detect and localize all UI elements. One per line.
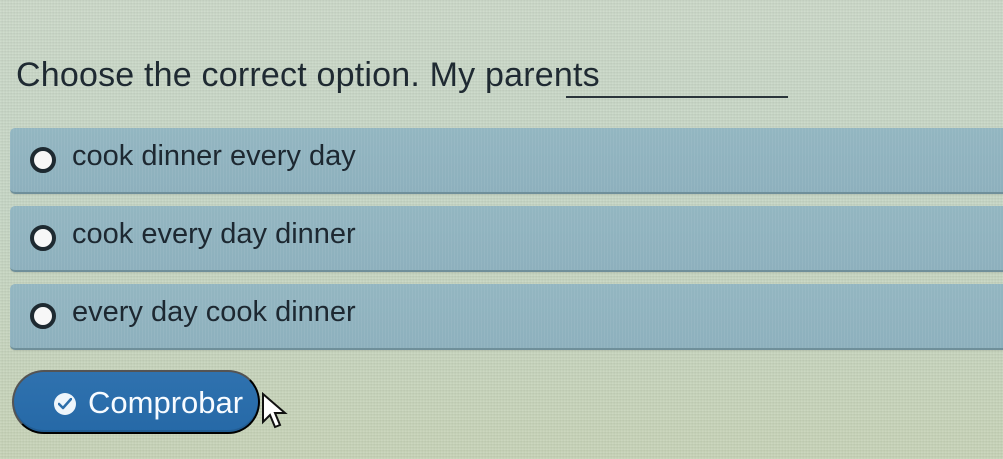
check-answer-button-label: Comprobar: [88, 385, 244, 420]
radio-button-icon[interactable]: [30, 225, 56, 251]
answer-option-1[interactable]: cook dinner every day: [10, 128, 1003, 194]
answer-options: cook dinner every day cook every day din…: [10, 128, 1003, 362]
radio-button-icon[interactable]: [30, 147, 56, 173]
answer-option-label: cook dinner every day: [72, 140, 356, 172]
question-text: Choose the correct option. My parents: [16, 56, 600, 94]
radio-button-icon[interactable]: [30, 303, 56, 329]
answer-option-label: cook every day dinner: [72, 218, 356, 250]
pointer-cursor-icon: [262, 392, 288, 429]
check-circle-icon: [54, 393, 76, 415]
answer-option-2[interactable]: cook every day dinner: [10, 206, 1003, 272]
answer-option-3[interactable]: every day cook dinner: [10, 284, 1003, 350]
check-answer-button[interactable]: Comprobar: [12, 370, 260, 434]
answer-blank-line: [566, 96, 788, 98]
answer-option-label: every day cook dinner: [72, 296, 356, 328]
